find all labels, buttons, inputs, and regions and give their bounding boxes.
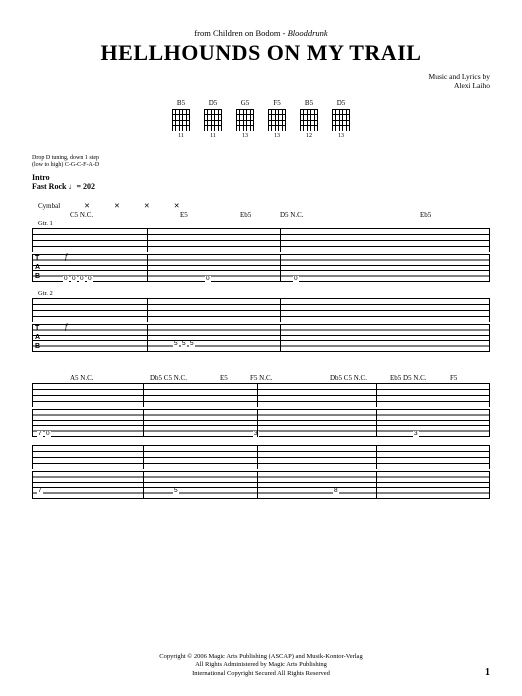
chord-fret: 11	[178, 133, 184, 139]
chord-diagram: B5 12	[300, 99, 318, 139]
notation-system-2: A5 N.C. Db5 C5 N.C. E5 F5 N.C. Db5 C5 N.…	[32, 374, 490, 499]
credits-line-2: Alexi Laiho	[32, 81, 490, 90]
chord-symbol: A5 N.C.	[70, 374, 150, 383]
chord-diagram: F5 13	[268, 99, 286, 139]
chord-fret: 13	[338, 133, 344, 139]
chord-diagram-row: B5 11 D5 11 G5 13 F5 13 B5 12 D5 13	[32, 99, 490, 139]
chord-fret: 13	[274, 133, 280, 139]
chord-symbol: E5	[180, 211, 240, 220]
tablature-staff: 7 0 3 3	[32, 409, 490, 437]
standard-notation-staff	[32, 445, 490, 469]
chord-grid-icon	[236, 109, 254, 131]
x-notehead-icon: ✕	[144, 202, 150, 210]
source-prefix: from Children on Bodom -	[194, 28, 287, 38]
chord-symbol: C5 N.C.	[70, 211, 180, 220]
standard-notation-staff: f	[32, 228, 490, 252]
chord-grid-icon	[204, 109, 222, 131]
copyright-line-3: International Copyright Secured All Righ…	[0, 670, 522, 678]
section-label: Intro	[32, 173, 50, 182]
copyright-line-2: All Rights Administered by Magic Arts Pu…	[0, 661, 522, 669]
copyright-line-1: Copyright © 2006 Magic Arts Publishing (…	[0, 653, 522, 661]
credits-line-1: Music and Lyrics by	[32, 72, 490, 81]
chord-diagram: G5 13	[236, 99, 254, 139]
tab-numbers: 5 5 5	[33, 324, 490, 352]
chord-diagram: D5 11	[204, 99, 222, 139]
copyright-footer: Copyright © 2006 Magic Arts Publishing (…	[0, 653, 522, 678]
guitar-1-label: Gtr. 1	[32, 220, 490, 227]
chord-fret: 12	[306, 133, 312, 139]
chord-grid-icon	[332, 109, 350, 131]
standard-notation-staff	[32, 383, 490, 407]
notation-system-1: Cymbal ✕ ✕ ✕ ✕ C5 N.C. E5 Eb5 D5 N.C. Eb…	[32, 201, 490, 352]
chord-name: F5	[273, 99, 280, 107]
chord-fret: 13	[242, 133, 248, 139]
chord-symbol: E5	[220, 374, 250, 383]
chord-symbol: Eb5	[420, 211, 431, 220]
chord-name: B5	[305, 99, 313, 107]
chord-grid-icon	[268, 109, 286, 131]
cymbal-cue: Cymbal ✕ ✕ ✕ ✕	[32, 201, 490, 211]
guitar-2-label: Gtr. 2	[32, 290, 490, 297]
chord-symbol: F5	[450, 374, 457, 383]
tablature-staff: T A B 5 5 5	[32, 324, 490, 352]
chord-name: D5	[209, 99, 218, 107]
chord-symbols-line: C5 N.C. E5 Eb5 D5 N.C. Eb5	[32, 211, 490, 220]
chord-grid-icon	[300, 109, 318, 131]
chord-symbol: Db5 C5 N.C.	[150, 374, 220, 383]
chord-symbol: Eb5 D5 N.C.	[390, 374, 450, 383]
tablature-staff: T A B 0 0 0 0 0 0	[32, 254, 490, 282]
chord-diagram: B5 11	[172, 99, 190, 139]
chord-symbol: Db5 C5 N.C.	[330, 374, 390, 383]
tuning-line-1: Drop D tuning, down 1 step	[32, 155, 490, 162]
tablature-staff: 7 5 8	[32, 471, 490, 499]
credits-block: Music and Lyrics by Alexi Laiho	[32, 72, 490, 91]
section-heading: Intro Fast Rock ♩= 202	[32, 173, 490, 191]
chord-symbol: D5 N.C.	[280, 211, 420, 220]
tuning-line-2: (low to high) C-G-C-F-A-D	[32, 162, 490, 169]
source-line: from Children on Bodom - Blooddrunk	[32, 28, 490, 38]
tab-numbers: 7 5 8	[33, 471, 490, 499]
song-title: HELLHOUNDS ON MY TRAIL	[32, 40, 490, 66]
x-notehead-icon: ✕	[84, 202, 90, 210]
chord-name: G5	[241, 99, 250, 107]
chord-diagram: D5 13	[332, 99, 350, 139]
chord-fret: 11	[210, 133, 216, 139]
tab-numbers: 7 0 3 3	[33, 409, 490, 437]
chord-symbol: Eb5	[240, 211, 280, 220]
page-number: 1	[485, 667, 490, 678]
tuning-note: Drop D tuning, down 1 step (low to high)…	[32, 155, 490, 169]
x-notehead-icon: ✕	[174, 202, 180, 210]
chord-name: D5	[337, 99, 346, 107]
sheet-music-page: from Children on Bodom - Blooddrunk HELL…	[0, 0, 522, 696]
standard-notation-staff: f	[32, 298, 490, 322]
tempo-marking: Fast Rock ♩= 202	[32, 182, 95, 191]
chord-name: B5	[177, 99, 185, 107]
tab-numbers: 0 0 0 0 0 0	[33, 254, 490, 282]
source-album: Blooddrunk	[288, 28, 328, 38]
chord-symbol: F5 N.C.	[250, 374, 330, 383]
chord-grid-icon	[172, 109, 190, 131]
cymbal-label: Cymbal	[38, 202, 60, 210]
chord-symbols-line: A5 N.C. Db5 C5 N.C. E5 F5 N.C. Db5 C5 N.…	[32, 374, 490, 383]
x-notehead-icon: ✕	[114, 202, 120, 210]
